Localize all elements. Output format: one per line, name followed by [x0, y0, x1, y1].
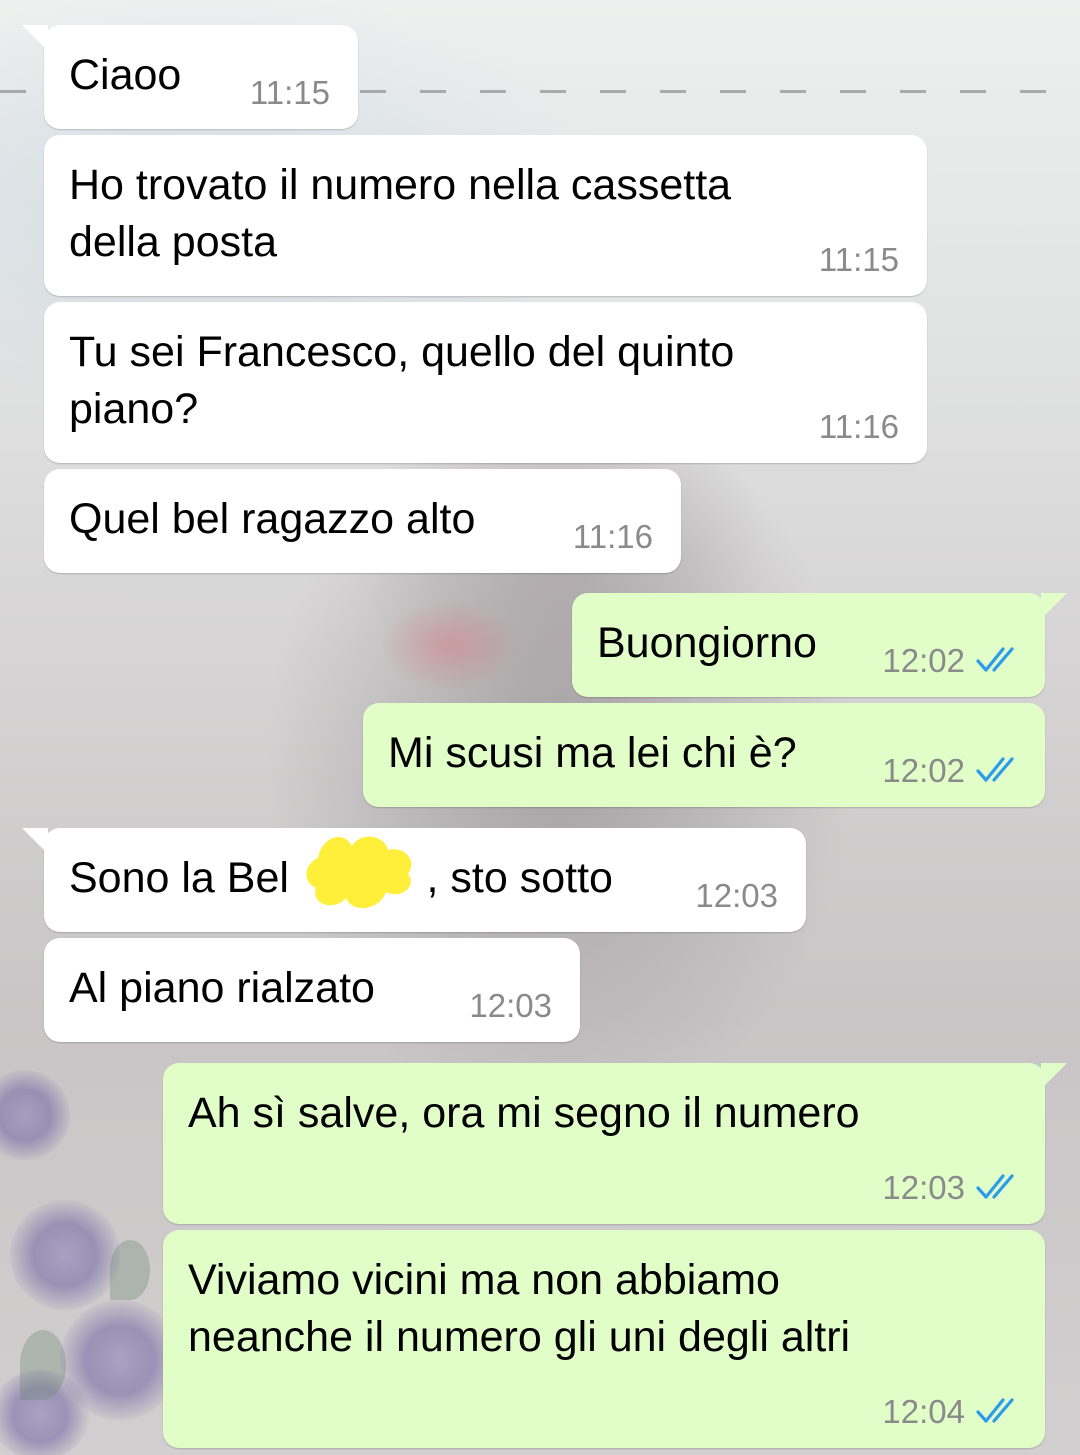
message-text: Viviamo vicini ma non abbiamo neanche il… — [188, 1256, 851, 1361]
message-timestamp: 12:04 — [882, 1393, 965, 1430]
message-list[interactable]: Ciaoo 11:15 Ho trovato il numero nella c… — [0, 0, 1080, 1455]
message-text: Al piano rialzato — [69, 964, 375, 1012]
double-check-read-icon — [976, 1174, 1014, 1199]
message-text: Mi scusi ma lei chi è? — [388, 729, 797, 777]
double-check-read-icon — [976, 757, 1014, 782]
outgoing-message-bubble[interactable]: Ah sì salve, ora mi segno il numero 12:0… — [163, 1063, 1067, 1224]
message-timestamp: 11:15 — [818, 241, 899, 278]
incoming-message-bubble[interactable]: Ciaoo 11:15 — [22, 25, 358, 129]
incoming-message-bubble[interactable]: Al piano rialzato 12:03 — [44, 938, 580, 1042]
message-text: Tu sei Francesco, quello del quinto pian… — [69, 328, 735, 433]
message-timestamp: 11:16 — [572, 518, 653, 555]
message-timestamp: 12:02 — [882, 642, 965, 679]
message-text: Ciaoo — [69, 51, 182, 99]
message-timestamp: 11:15 — [249, 74, 330, 111]
message-timestamp: 12:03 — [882, 1169, 965, 1206]
message-timestamp: 12:03 — [695, 877, 778, 914]
double-check-read-icon — [976, 647, 1014, 672]
double-check-read-icon — [976, 1398, 1014, 1423]
incoming-message-bubble[interactable]: Sono la Bel , sto sotto 12:03 — [22, 828, 806, 932]
message-timestamp: 11:16 — [818, 408, 899, 445]
message-text: Ho trovato il numero nella cassetta dell… — [69, 161, 732, 266]
outgoing-message-bubble[interactable]: Mi scusi ma lei chi è? 12:02 — [363, 703, 1045, 807]
message-text: Quel bel ragazzo alto — [69, 495, 476, 543]
incoming-message-bubble[interactable]: Ho trovato il numero nella cassetta dell… — [44, 135, 927, 296]
outgoing-message-bubble[interactable]: Viviamo vicini ma non abbiamo neanche il… — [163, 1230, 1045, 1448]
incoming-message-bubble[interactable]: Tu sei Francesco, quello del quinto pian… — [44, 302, 927, 463]
incoming-message-bubble[interactable]: Quel bel ragazzo alto 11:16 — [44, 469, 681, 573]
message-timestamp: 12:02 — [882, 752, 965, 789]
redaction-scribble — [306, 836, 412, 909]
message-timestamp: 12:03 — [469, 987, 552, 1024]
message-text: Buongiorno — [597, 619, 817, 667]
message-text: Ah sì salve, ora mi segno il numero — [188, 1089, 860, 1137]
outgoing-message-bubble[interactable]: Buongiorno 12:02 — [572, 593, 1067, 697]
